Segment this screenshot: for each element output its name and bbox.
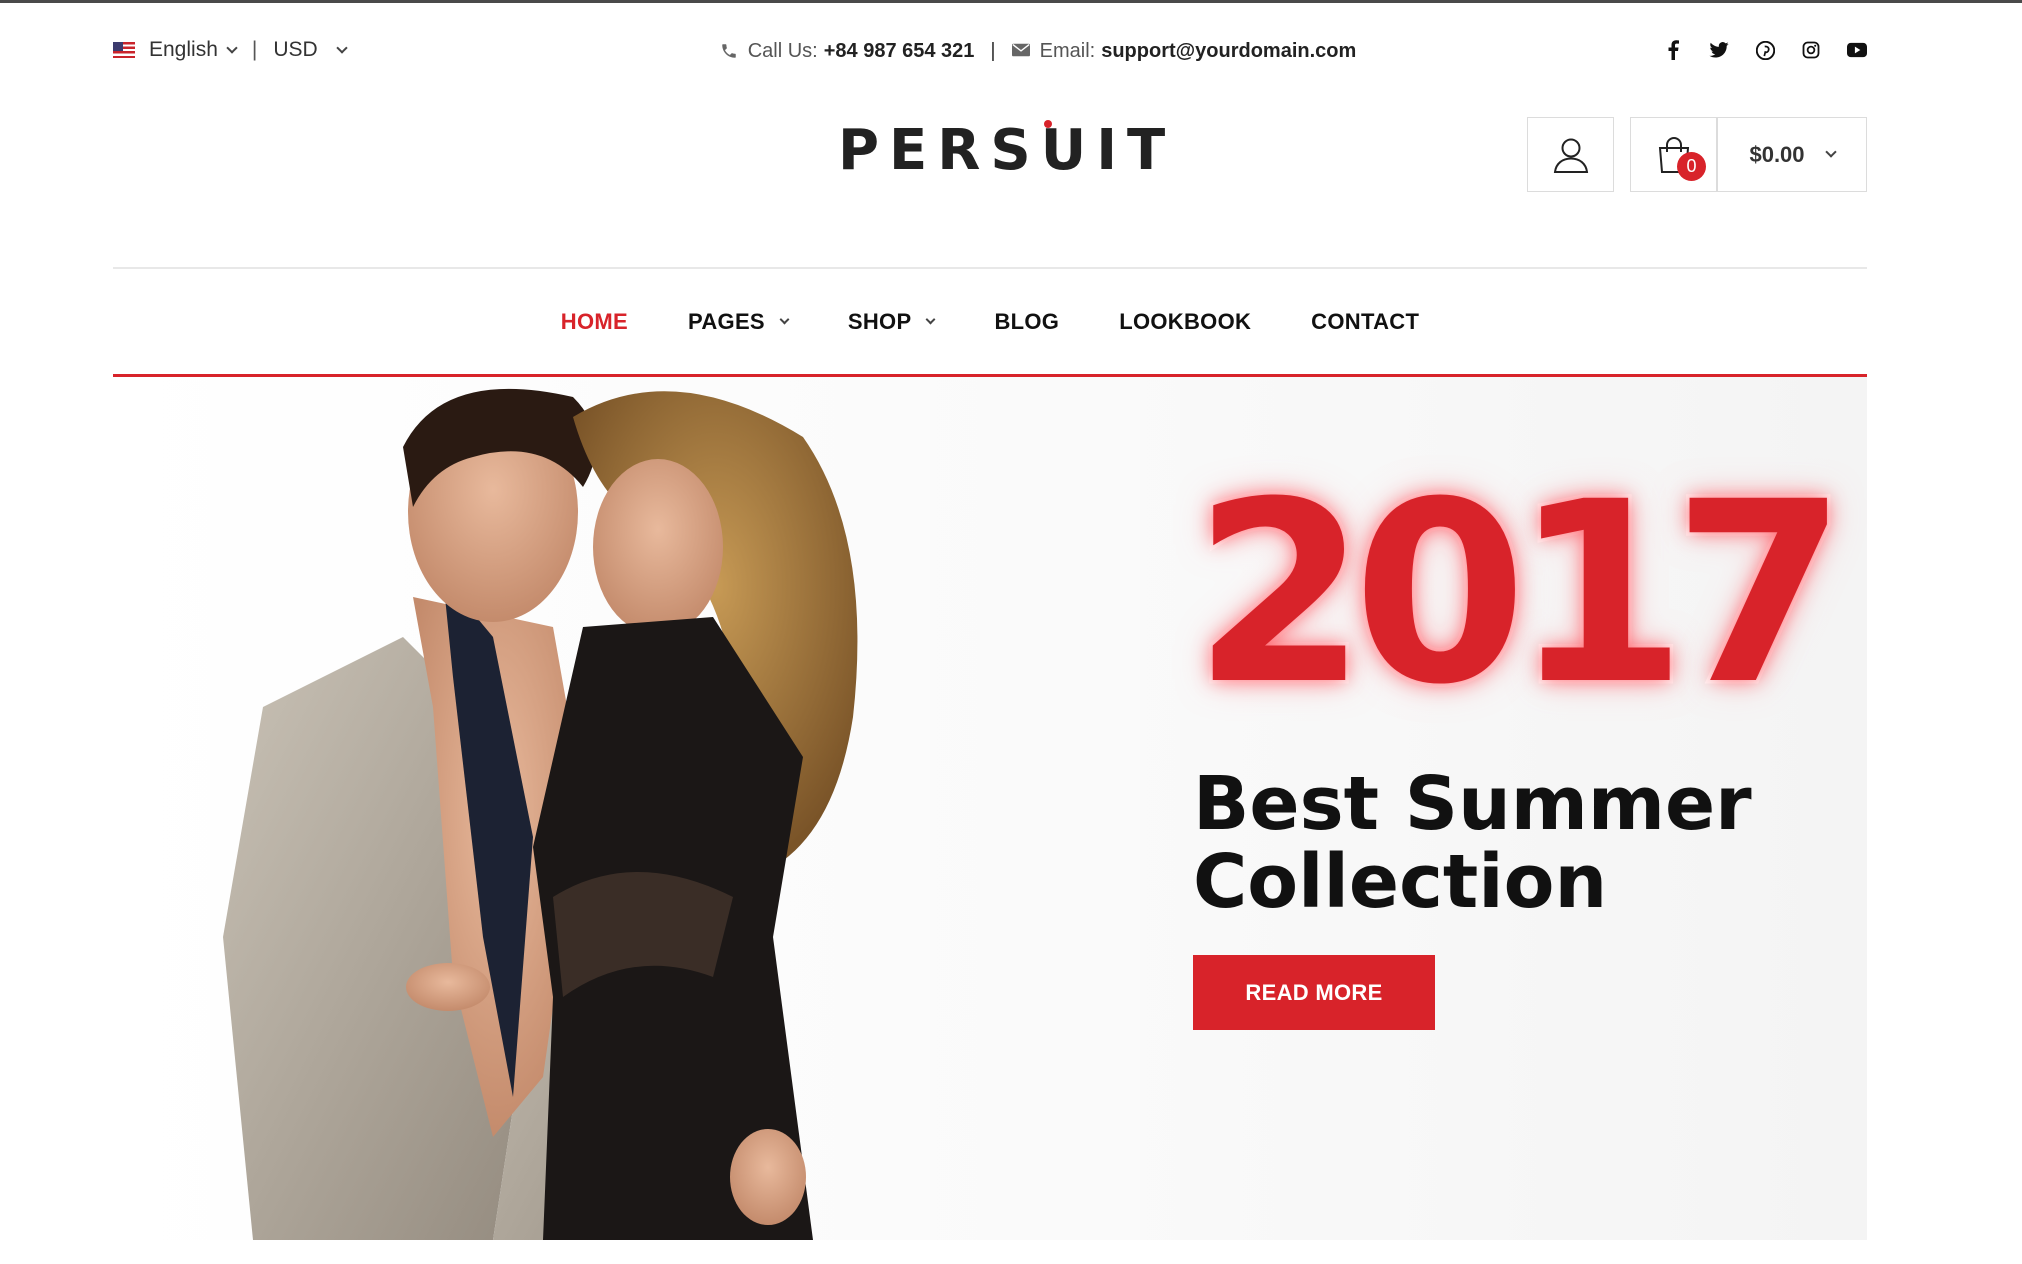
nav-divider — [113, 267, 1867, 269]
locale-switchers: English | USD — [113, 38, 348, 62]
chevron-down-icon — [336, 41, 348, 54]
contact-info: Call Us: +84 987 654 321 | Email: suppor… — [658, 30, 1418, 72]
currency-selector[interactable]: USD — [273, 38, 348, 62]
chevron-down-icon — [926, 314, 936, 325]
top-bar: English | USD Call Us: +84 987 654 321 |… — [113, 30, 1867, 72]
cart-total-value: $0.00 — [1749, 141, 1805, 167]
nav-item-label: LOOKBOOK — [1119, 309, 1252, 334]
nav-item-pages[interactable]: PAGES — [688, 309, 790, 335]
facebook-icon[interactable] — [1663, 40, 1683, 60]
site-logo[interactable]: PERSUIT — [838, 118, 1165, 188]
divider: | — [990, 39, 996, 62]
hero-couple-image — [223, 388, 858, 1240]
divider: | — [251, 38, 258, 61]
youtube-icon[interactable] — [1847, 40, 1867, 60]
hero-year: 2017 — [1190, 448, 1851, 739]
phone-number[interactable]: +84 987 654 321 — [824, 40, 975, 63]
currency-label: USD — [273, 38, 318, 61]
cart-button[interactable]: 0 — [1630, 117, 1717, 192]
hero-headline-line2: Collection — [1193, 839, 1608, 925]
main-nav: HOME PAGES SHOP BLOG LOOKBOOK CONTACT — [113, 302, 1867, 342]
hero-headline: Best Summer Collection — [1193, 765, 1752, 921]
user-icon — [1553, 138, 1588, 173]
instagram-icon[interactable] — [1801, 40, 1821, 60]
phone-icon — [720, 42, 738, 60]
us-flag-icon — [113, 42, 135, 58]
nav-item-label: CONTACT — [1311, 309, 1420, 334]
language-selector[interactable]: English — [149, 38, 238, 62]
envelope-icon — [1011, 42, 1030, 60]
social-links — [1663, 40, 1867, 60]
nav-item-lookbook[interactable]: LOOKBOOK — [1119, 309, 1251, 335]
call-label: Call Us: — [747, 39, 818, 62]
nav-item-blog[interactable]: BLOG — [994, 309, 1059, 335]
chevron-down-icon — [1824, 146, 1837, 158]
top-border — [0, 0, 2022, 3]
hero-headline-line1: Best Summer — [1193, 761, 1752, 847]
hero-slider: 2017 Best Summer Collection READ MORE — [113, 377, 1867, 1240]
nav-item-label: HOME — [560, 309, 628, 334]
logo-dot — [1044, 120, 1052, 128]
email-label: Email: — [1039, 39, 1096, 62]
nav-item-label: SHOP — [847, 309, 912, 334]
chevron-down-icon — [226, 41, 238, 54]
logo-text: PERSUIT — [838, 118, 1176, 183]
nav-item-shop[interactable]: SHOP — [847, 309, 936, 335]
email-address[interactable]: support@yourdomain.com — [1101, 40, 1356, 63]
read-more-button[interactable]: READ MORE — [1193, 955, 1435, 1030]
nav-item-home[interactable]: HOME — [561, 309, 628, 335]
nav-item-label: BLOG — [994, 309, 1060, 334]
nav-item-label: PAGES — [688, 309, 765, 334]
cart-total-dropdown[interactable]: $0.00 — [1717, 117, 1867, 192]
chevron-down-icon — [779, 314, 790, 325]
nav-item-contact[interactable]: CONTACT — [1311, 309, 1419, 335]
account-button[interactable] — [1527, 117, 1614, 192]
twitter-icon[interactable] — [1709, 40, 1729, 60]
cart-count-badge: 0 — [1677, 152, 1706, 181]
pinterest-icon[interactable] — [1755, 40, 1775, 60]
language-label: English — [149, 38, 218, 61]
